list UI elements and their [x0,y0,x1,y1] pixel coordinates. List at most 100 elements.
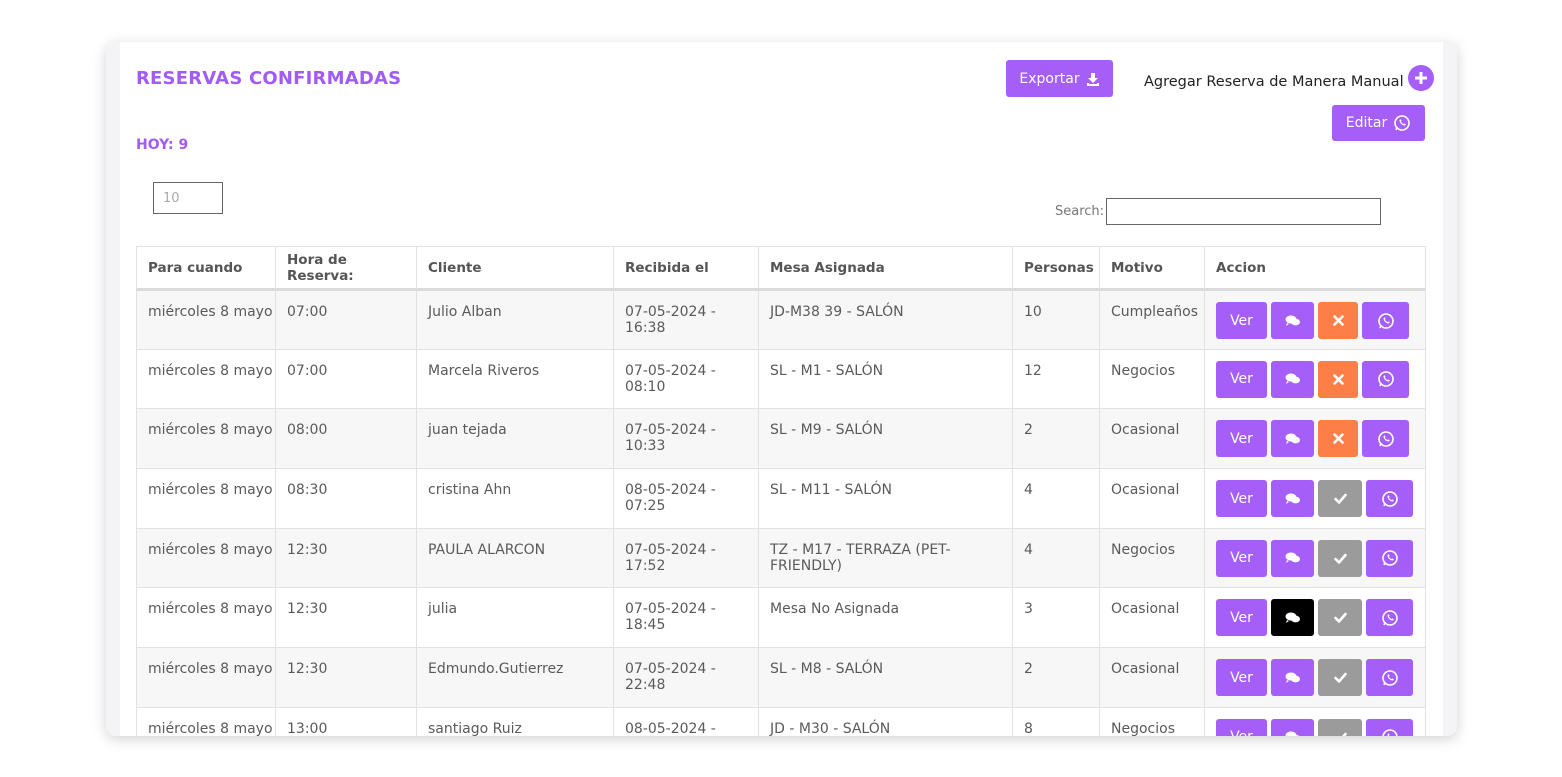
cell-table: SL - M9 - SALÓN [758,408,1013,470]
main-window: RESERVAS CONFIRMADAS HOY: 9 Exportar Agr… [106,42,1457,736]
cell-table: Mesa No Asignada [758,587,1013,649]
confirm-reservation-button[interactable] [1318,718,1362,736]
column-header[interactable]: Cliente [416,246,614,291]
column-header[interactable]: Mesa Asignada [758,246,1013,291]
cell-when: miércoles 8 mayo [136,647,276,708]
cancel-reservation-button[interactable] [1318,302,1358,339]
confirm-reservation-button[interactable] [1318,480,1362,518]
row-actions: Ver [1216,718,1425,736]
cell-when: miércoles 8 mayo [136,527,276,589]
whatsapp-button[interactable] [1366,539,1413,577]
whatsapp-button[interactable] [1366,599,1413,637]
comments-button[interactable] [1271,659,1314,697]
view-button[interactable]: Ver [1216,659,1267,697]
cell-received: 07-05-2024 - 17:52 [613,527,759,589]
cell-when: miércoles 8 mayo [136,289,276,350]
cell-actions: Ver [1204,527,1426,589]
cell-actions: Ver [1204,289,1426,350]
view-button[interactable]: Ver [1216,480,1267,518]
cell-table: SL - M8 - SALÓN [758,647,1013,708]
cell-client: cristina Ahn [416,468,614,529]
view-button[interactable]: Ver [1216,360,1267,398]
comments-icon [1285,551,1301,565]
cell-client: Julio Alban [416,289,614,350]
column-header[interactable]: Recibida el [613,246,759,291]
plus-circle-icon[interactable] [1407,65,1434,91]
cell-time: 12:30 [275,527,417,589]
cell-time: 12:30 [275,587,417,649]
comments-icon [1285,730,1301,736]
cell-table: SL - M1 - SALÓN [758,348,1013,410]
cell-when: miércoles 8 mayo [136,408,276,470]
row-actions: Ver [1216,659,1425,697]
export-label: Exportar [1019,70,1080,87]
close-icon [1332,433,1344,445]
page-title: RESERVAS CONFIRMADAS [136,68,402,89]
whatsapp-icon [1377,312,1395,330]
export-button[interactable]: Exportar [1006,60,1113,97]
view-button[interactable]: Ver [1216,302,1267,339]
view-button[interactable]: Ver [1216,718,1267,736]
view-label: Ver [1230,609,1253,626]
confirm-reservation-button[interactable] [1318,539,1362,577]
cell-client: Edmundo.Gutierrez [416,647,614,708]
view-button[interactable]: Ver [1216,539,1267,577]
cancel-reservation-button[interactable] [1318,420,1358,458]
row-actions: Ver [1216,539,1425,577]
whatsapp-icon [1381,728,1399,736]
check-icon [1333,612,1347,624]
cell-people: 8 [1012,706,1100,736]
whatsapp-button[interactable] [1366,659,1413,697]
comments-button[interactable] [1271,539,1314,577]
column-header[interactable]: Para cuando [136,246,276,291]
column-header[interactable]: Personas [1012,246,1100,291]
cell-time: 08:30 [275,468,417,529]
cell-reason: Ocasional [1099,468,1205,529]
whatsapp-button[interactable] [1366,480,1413,518]
table-row: miércoles 8 mayo 07:00 Julio Alban 07-05-20… [136,289,1426,350]
comments-button[interactable] [1271,360,1314,398]
comments-button[interactable] [1271,420,1314,458]
cell-received: 07-05-2024 - 16:38 [613,289,759,350]
close-icon [1332,315,1344,326]
search-input[interactable] [1106,198,1381,225]
view-label: Ver [1230,371,1253,388]
comments-button[interactable] [1271,480,1314,518]
page-size-input[interactable] [153,182,223,214]
comments-button[interactable] [1271,302,1314,339]
add-manual-reservation-link[interactable]: Agregar Reserva de Manera Manual [1144,65,1434,95]
edit-label: Editar [1345,115,1388,131]
download-icon [1086,72,1100,86]
confirm-reservation-button[interactable] [1318,599,1362,637]
cell-reason: Ocasional [1099,408,1205,470]
whatsapp-button[interactable] [1362,420,1409,458]
check-icon [1334,732,1347,736]
view-label: Ver [1230,669,1253,686]
edit-button[interactable]: Editar [1332,105,1425,141]
column-header[interactable]: Hora de Reserva: [275,246,417,291]
cell-actions: Ver [1204,348,1426,410]
whatsapp-icon [1393,114,1411,132]
cell-client: julia [416,587,614,649]
whatsapp-button[interactable] [1362,360,1409,398]
comments-button[interactable] [1271,718,1314,736]
cell-table: JD - M30 - SALÓN [758,706,1013,736]
view-button[interactable]: Ver [1216,599,1267,637]
column-header[interactable]: Accion [1204,246,1426,291]
table-row: miércoles 8 mayo 13:00 santiago Ruiz 08-05-… [136,706,1426,736]
confirm-reservation-button[interactable] [1318,659,1362,697]
view-button[interactable]: Ver [1216,420,1267,458]
reservations-table: Para cuando Hora de Reserva: Cliente Rec… [136,246,1426,736]
comments-button[interactable] [1271,599,1314,637]
row-actions: Ver [1216,420,1425,458]
cell-time: 12:30 [275,647,417,708]
column-header[interactable]: Motivo [1099,246,1205,291]
whatsapp-button[interactable] [1362,302,1409,339]
reservations-card: RESERVAS CONFIRMADAS HOY: 9 Exportar Agr… [120,42,1443,736]
whatsapp-button[interactable] [1366,718,1413,736]
row-actions: Ver [1216,360,1425,398]
table-header-row: Para cuando Hora de Reserva: Cliente Rec… [136,246,1426,291]
cancel-reservation-button[interactable] [1318,360,1358,398]
comments-icon [1285,671,1301,685]
search-label: Search: [1055,204,1105,219]
